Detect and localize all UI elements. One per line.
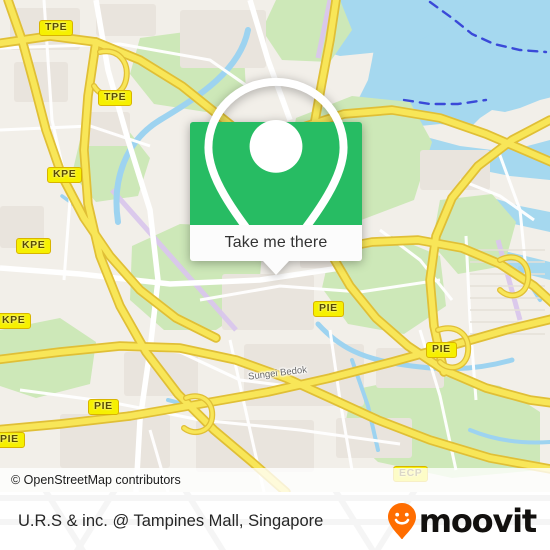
road-shield: KPE	[0, 313, 32, 329]
road-shield: PIE	[0, 432, 25, 448]
map-attribution: © OpenStreetMap contributors	[0, 468, 550, 492]
road-shield: PIE	[88, 399, 119, 415]
popup-action-bar[interactable]: Take me there	[190, 225, 362, 275]
map-canvas[interactable]: TPE TPE KPE KPE KPE PIE PIE PIE PIE ECP …	[0, 0, 550, 492]
popup-header	[190, 77, 362, 269]
moovit-logo[interactable]: moovit	[387, 502, 550, 540]
moovit-pin-icon	[387, 503, 416, 540]
road-shield: TPE	[98, 90, 133, 106]
road-shield: TPE	[39, 20, 74, 36]
attribution-text: © OpenStreetMap contributors	[11, 473, 181, 487]
take-me-there-label: Take me there	[224, 234, 328, 251]
footer-bar: U.R.S & inc. @ Tampines Mall, Singapore …	[0, 492, 550, 550]
popup-pointer-tail	[263, 261, 289, 275]
page-title: U.R.S & inc. @ Tampines Mall, Singapore	[18, 511, 324, 530]
map-screenshot: TPE TPE KPE KPE KPE PIE PIE PIE PIE ECP …	[0, 0, 550, 550]
moovit-wordmark: moovit	[418, 502, 537, 540]
road-shield: PIE	[426, 342, 457, 358]
road-shield: KPE	[47, 167, 83, 183]
map-pin-icon	[204, 77, 348, 269]
road-shield: KPE	[16, 238, 52, 254]
take-me-there-popup[interactable]: Take me there	[190, 77, 362, 275]
